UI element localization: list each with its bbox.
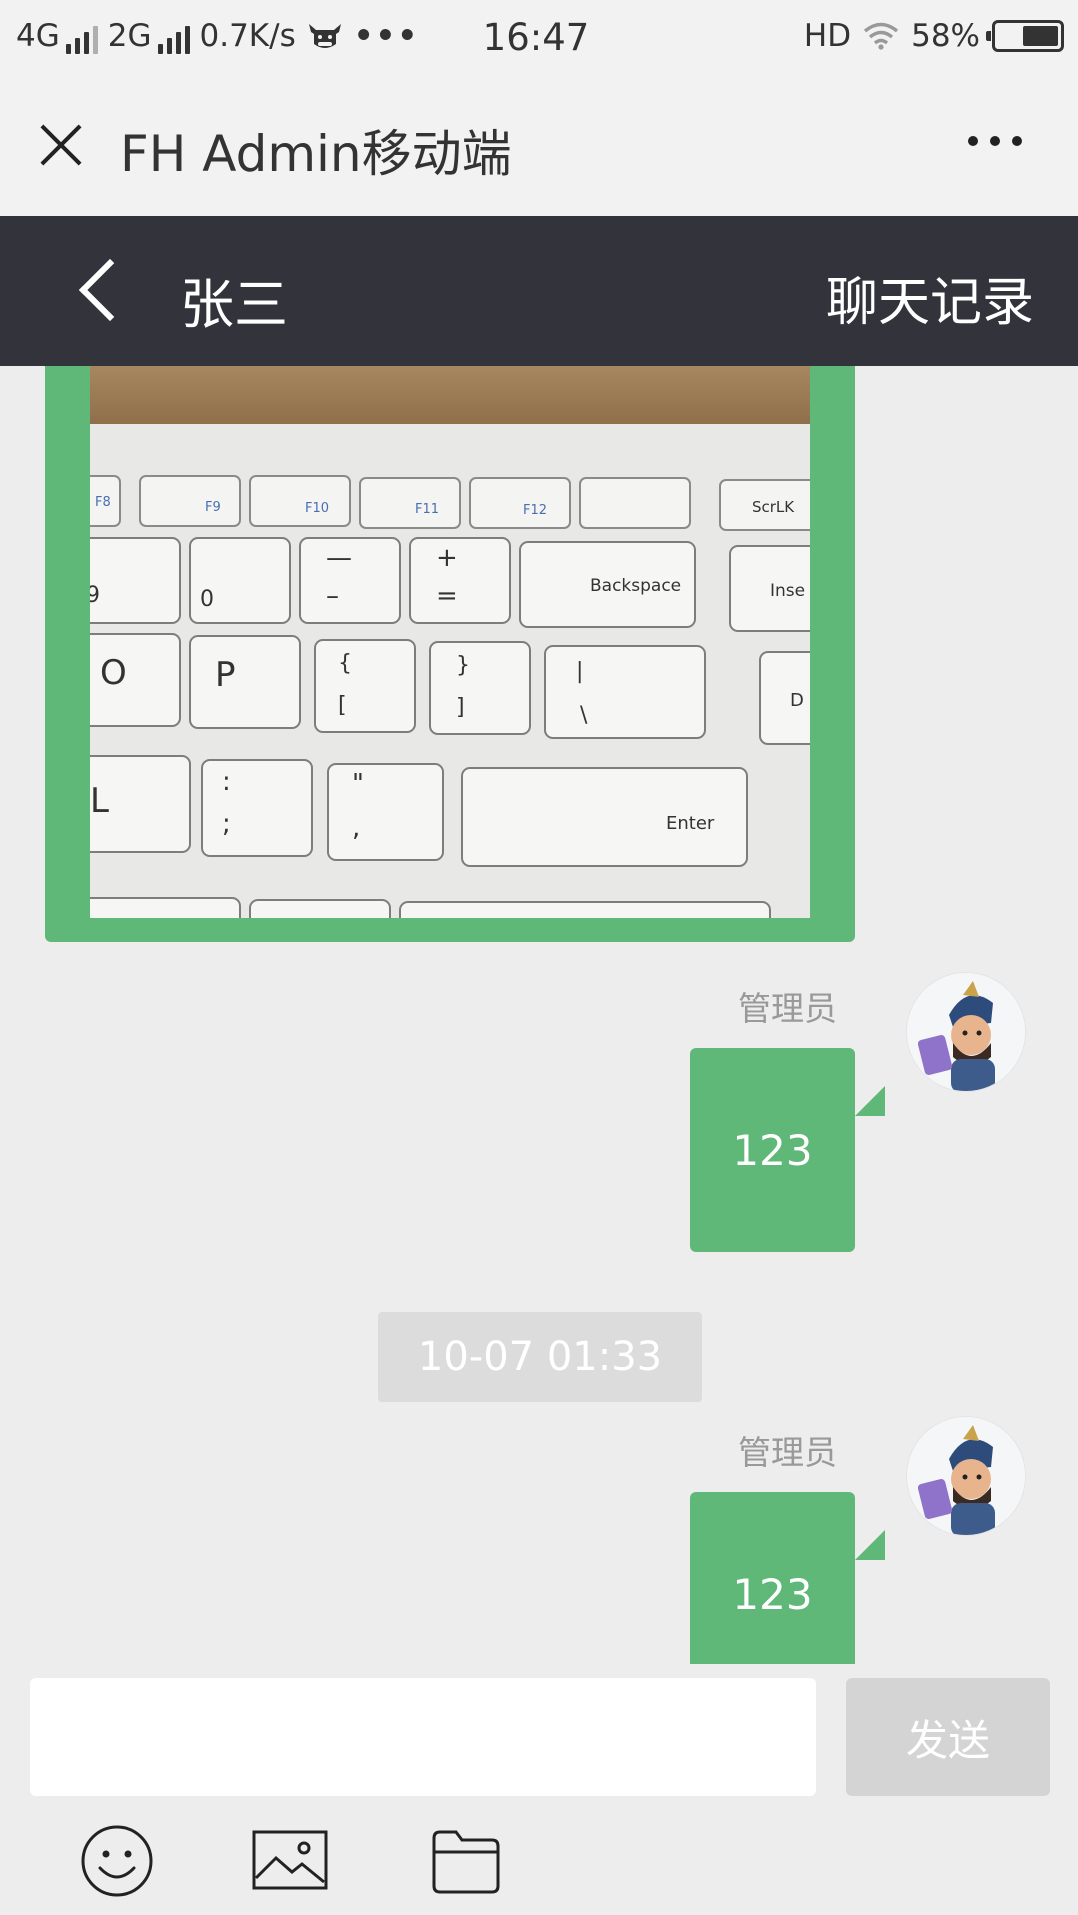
svg-text:{: { (338, 651, 352, 676)
key-label: F10 (305, 501, 329, 516)
avatar[interactable] (906, 1416, 1026, 1536)
close-icon[interactable] (38, 122, 84, 168)
key-label: L (90, 781, 109, 821)
key-label: Backspace (590, 576, 681, 596)
status-bar: 4G 2G 0.7K/s ••• 16:47 HD 58% (0, 0, 1078, 74)
key-label: ScrLK (752, 498, 795, 516)
key-label: P (215, 655, 236, 695)
message-text: 123 (732, 1569, 813, 1619)
key-label: F11 (415, 502, 439, 517)
key-label: 9 (90, 583, 100, 608)
chat-header: 张三 聊天记录 (0, 216, 1078, 366)
svg-text:+: + (436, 543, 458, 573)
svg-text:;: ; (222, 809, 231, 839)
key-label: Enter (666, 813, 715, 834)
key-label: F9 (205, 500, 221, 515)
folder-icon[interactable] (430, 1828, 502, 1894)
image-icon[interactable] (252, 1830, 328, 1892)
battery-percent: 58% (911, 18, 980, 54)
svg-text::: : (222, 767, 231, 797)
message-bubble[interactable]: 123 (690, 1048, 855, 1252)
app-title: FH Admin移动端 (120, 125, 512, 183)
wifi-icon (863, 22, 899, 50)
chat-area[interactable]: F8 F9 F10 F11 F12 ScrLK Backspace Inse 0… (0, 366, 1078, 1664)
chat-history-button[interactable]: 聊天记录 (826, 260, 1034, 335)
message-composer: 发送 (0, 1664, 1078, 1915)
message-sender: 管理员 (738, 989, 837, 1028)
message-timestamp: 10-07 01:33 (378, 1312, 702, 1402)
key-label: O (100, 653, 127, 693)
message-input[interactable] (30, 1678, 816, 1796)
avatar[interactable] (906, 972, 1026, 1092)
svg-text:": " (352, 769, 364, 799)
svg-text:–: – (326, 581, 339, 611)
svg-text:[: [ (338, 693, 347, 718)
svg-text:=: = (436, 581, 458, 611)
svg-text:]: ] (456, 695, 465, 720)
send-button[interactable]: 发送 (846, 1678, 1050, 1796)
hd-label: HD (803, 18, 852, 54)
svg-text:,: , (352, 813, 360, 843)
avatar-image (907, 973, 1025, 1091)
battery-icon (986, 20, 1064, 52)
status-time: 16:47 (482, 16, 590, 59)
key-label: F12 (523, 503, 547, 518)
image-message-bubble[interactable]: F8 F9 F10 F11 F12 ScrLK Backspace Inse 0… (45, 366, 855, 942)
message-text: 123 (732, 1125, 813, 1175)
contact-name: 张三 (180, 273, 288, 336)
keyboard-image: F8 F9 F10 F11 F12 ScrLK Backspace Inse 0… (90, 366, 810, 918)
key-label: Inse (770, 581, 805, 601)
emoji-icon[interactable] (80, 1824, 154, 1898)
status-right: HD 58% (804, 18, 1064, 54)
keyboard-photo[interactable]: F8 F9 F10 F11 F12 ScrLK Backspace Inse 0… (90, 366, 810, 918)
svg-text:}: } (456, 653, 470, 678)
svg-text:\: \ (580, 703, 588, 728)
svg-text:|: | (576, 659, 583, 684)
message-bubble[interactable]: 123 (690, 1492, 855, 1664)
key-label: 0 (200, 587, 214, 612)
avatar-image (907, 1417, 1025, 1535)
message-sender: 管理员 (738, 1433, 837, 1472)
battery-fill (1023, 26, 1058, 46)
back-icon[interactable] (78, 258, 142, 322)
more-icon[interactable] (968, 136, 1022, 146)
key-label: F8 (95, 495, 111, 510)
svg-text:—: — (326, 543, 352, 573)
webview-title-bar: FH Admin移动端 (0, 74, 1078, 216)
key-label: D (790, 690, 804, 711)
